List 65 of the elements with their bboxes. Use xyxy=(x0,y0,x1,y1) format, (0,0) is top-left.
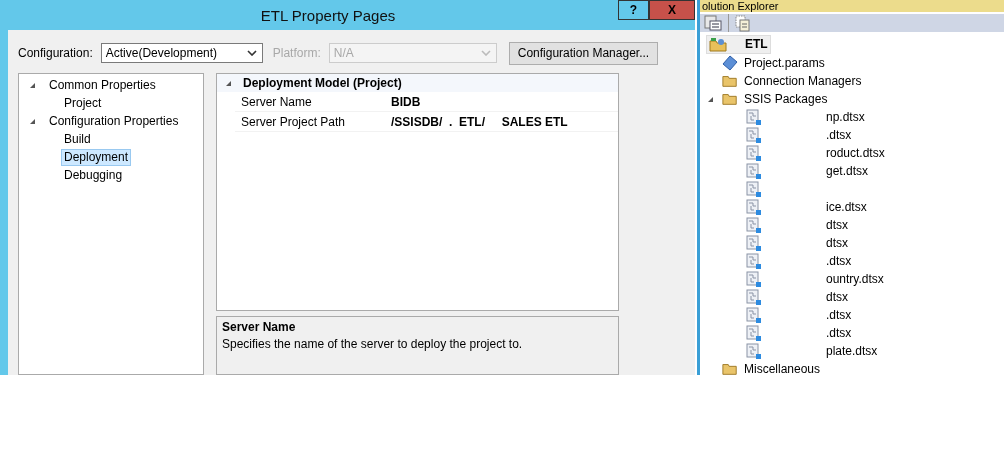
chevron-icon xyxy=(246,50,257,56)
description-text: Specifies the name of the server to deploy the project to. xyxy=(222,337,523,351)
tree-item[interactable]: np.dtsx xyxy=(826,110,865,124)
tree-item[interactable]: .dtsx xyxy=(826,254,852,268)
package-file-icon xyxy=(746,325,762,341)
configuration-manager-button[interactable]: Configuration Manager... xyxy=(508,41,659,65)
tree-item[interactable]: .dtsx xyxy=(826,308,852,322)
package-file-icon xyxy=(746,127,762,143)
properties-icon[interactable] xyxy=(704,15,722,31)
package-file-icon xyxy=(746,145,762,161)
tree-item[interactable]: Connection Managers xyxy=(744,74,862,88)
package-file-icon xyxy=(746,217,762,233)
tree-item[interactable]: Common Properties xyxy=(46,76,159,94)
tree-item[interactable]: dtsx xyxy=(826,290,848,304)
project-node[interactable]: ETL xyxy=(706,34,771,54)
window-title: ETL Property Pages xyxy=(259,6,397,24)
package-file-icon xyxy=(746,343,762,359)
tree-item[interactable]: ountry.dtsx xyxy=(826,272,884,286)
close-button[interactable]: X xyxy=(649,0,695,20)
tree-item[interactable]: dtsx xyxy=(826,218,848,232)
expanded-triangle-icon[interactable] xyxy=(29,117,36,125)
package-file-icon xyxy=(746,307,762,323)
property-name: Server Name xyxy=(240,94,313,109)
tree-item[interactable]: Configuration Properties xyxy=(46,112,182,130)
chevron-icon xyxy=(480,50,491,56)
property-name: Server Project Path xyxy=(240,114,347,129)
platform-label: Platform: xyxy=(272,46,321,60)
project-folder-icon xyxy=(709,36,727,52)
package-file-icon xyxy=(746,289,762,305)
tree-item[interactable]: dtsx xyxy=(826,236,848,250)
tree-item[interactable]: SSIS Packages xyxy=(744,92,828,106)
property-value[interactable]: /SSISDB/ . ETL/ SALES ETL xyxy=(391,114,568,129)
panel-title: olution Explorer xyxy=(702,0,779,12)
package-file-icon xyxy=(746,163,762,179)
tree-item[interactable]: Deployment xyxy=(61,148,132,166)
copy-document-icon[interactable] xyxy=(735,14,751,32)
property-value[interactable]: BIDB xyxy=(391,94,421,109)
tree-item[interactable]: Debugging xyxy=(61,166,126,184)
tree-item[interactable]: .dtsx xyxy=(826,326,852,340)
package-file-icon xyxy=(746,235,762,251)
tree-item[interactable]: plate.dtsx xyxy=(826,344,878,358)
tree-item[interactable]: ice.dtsx xyxy=(826,200,867,214)
tree-item[interactable]: Miscellaneous xyxy=(744,362,821,376)
folder-icon xyxy=(722,74,738,88)
package-file-icon xyxy=(746,181,762,197)
package-file-icon xyxy=(746,253,762,269)
tree-item[interactable]: .dtsx xyxy=(826,128,852,142)
package-file-icon xyxy=(746,271,762,287)
tree-item[interactable]: Build xyxy=(61,130,94,148)
tree-item[interactable]: Project.params xyxy=(744,56,825,70)
tree-item[interactable]: get.dtsx xyxy=(826,164,869,178)
tree-item[interactable]: Project xyxy=(61,94,105,112)
configuration-dropdown[interactable]: Active(Development) xyxy=(100,43,263,63)
configuration-label: Configuration: xyxy=(18,46,93,60)
category-heading: Deployment Model (Project) xyxy=(243,76,402,90)
package-file-icon xyxy=(746,109,762,125)
folder-icon xyxy=(722,362,738,376)
tree-item[interactable]: roduct.dtsx xyxy=(826,146,885,160)
folder-icon xyxy=(722,92,738,106)
expanded-triangle-icon[interactable] xyxy=(29,81,36,89)
expanded-triangle-icon[interactable] xyxy=(225,79,232,87)
help-button[interactable]: ? xyxy=(618,0,649,20)
package-file-icon xyxy=(746,199,762,215)
expanded-triangle-icon[interactable] xyxy=(707,95,714,103)
description-title: Server Name xyxy=(222,320,296,334)
